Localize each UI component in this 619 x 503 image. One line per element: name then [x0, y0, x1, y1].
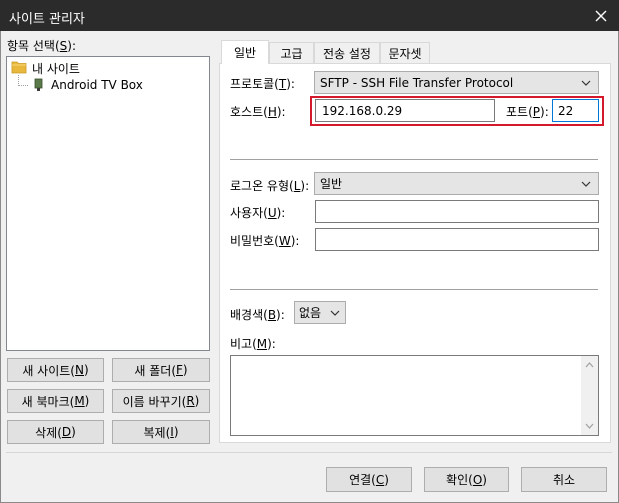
chevron-down-icon — [330, 310, 340, 316]
bg-color-label: 배경색(B): — [230, 308, 285, 322]
scroll-down-icon[interactable] — [585, 423, 594, 429]
close-button[interactable] — [583, 0, 619, 31]
chevron-down-icon — [581, 80, 591, 86]
new-folder-button[interactable]: 새 폴더(F) — [112, 358, 210, 382]
cancel-button[interactable]: 취소 — [521, 467, 607, 492]
site-tree[interactable]: 내 사이트 Android TV Box — [6, 56, 210, 351]
scroll-up-icon[interactable] — [585, 362, 594, 368]
logon-type-value: 일반 — [320, 177, 343, 191]
comments-scrollbar[interactable] — [581, 356, 598, 435]
host-input[interactable]: 192.168.0.29 — [315, 99, 495, 122]
ok-button[interactable]: 확인(O) — [424, 467, 509, 492]
rename-button[interactable]: 이름 바꾸기(R) — [112, 389, 210, 413]
divider — [230, 289, 598, 290]
password-input[interactable] — [315, 228, 599, 251]
connect-button[interactable]: 연결(C) — [326, 467, 412, 492]
protocol-value: SFTP - SSH File Transfer Protocol — [320, 75, 514, 90]
delete-button[interactable]: 삭제(D) — [7, 420, 104, 444]
tree-folder-my-sites[interactable]: 내 사이트 — [32, 60, 80, 77]
logon-type-label: 로그온 유형(L): — [230, 179, 310, 193]
port-input[interactable]: 22 — [552, 99, 599, 122]
copy-button[interactable]: 복제(I) — [112, 420, 210, 444]
logon-type-select[interactable]: 일반 — [314, 172, 599, 195]
protocol-select[interactable]: SFTP - SSH File Transfer Protocol — [314, 71, 599, 94]
user-input[interactable] — [315, 200, 599, 223]
tree-item-site[interactable]: Android TV Box — [51, 78, 143, 92]
bg-color-value: 없음 — [299, 306, 322, 320]
title-bar: 사이트 관리자 — [0, 0, 619, 31]
password-label: 비밀번호(W): — [230, 234, 300, 248]
tab-transfer-settings[interactable]: 전송 설정 — [314, 42, 380, 64]
bg-color-select[interactable]: 없음 — [294, 301, 346, 324]
port-label: 포트(P): — [506, 105, 549, 119]
close-icon — [595, 10, 607, 21]
protocol-label: 프로토콜(T): — [230, 77, 295, 91]
new-site-button[interactable]: 새 사이트(N) — [7, 358, 104, 382]
tab-general[interactable]: 일반 — [221, 40, 269, 64]
comments-label: 비고(M): — [230, 337, 276, 351]
divider — [230, 159, 598, 160]
tree-label: 항목 선택(S): — [7, 39, 77, 53]
tab-charset[interactable]: 문자셋 — [380, 42, 430, 64]
tree-line — [18, 85, 28, 86]
window-title: 사이트 관리자 — [9, 12, 85, 27]
comments-textarea[interactable] — [230, 355, 599, 436]
tab-advanced[interactable]: 고급 — [269, 42, 314, 64]
user-label: 사용자(U): — [230, 206, 286, 220]
footer-divider — [6, 452, 612, 453]
host-label: 호스트(H): — [230, 105, 286, 119]
new-bookmark-button[interactable]: 새 북마크(M) — [7, 389, 104, 413]
chevron-down-icon — [581, 181, 591, 187]
site-icon — [32, 78, 46, 92]
folder-icon — [11, 60, 27, 74]
